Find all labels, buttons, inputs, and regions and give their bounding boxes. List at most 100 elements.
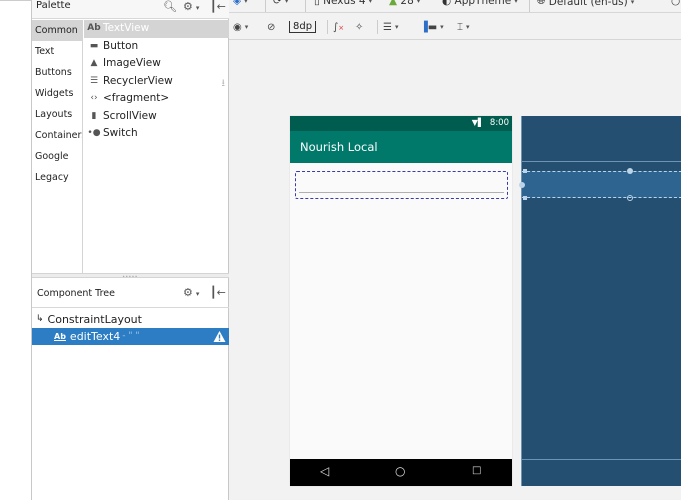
category-google[interactable]: Google xyxy=(32,146,82,167)
palette-item-label: ImageView xyxy=(103,57,161,69)
component-tree-title: Component Tree xyxy=(37,288,115,299)
category-containers[interactable]: Containers xyxy=(32,125,82,146)
gear-icon[interactable]: ⚙ ▾ xyxy=(183,286,199,299)
tree-item-constraintlayout[interactable]: ↳ ConstraintLayout xyxy=(32,311,229,328)
constraint-layout-icon: ↳ xyxy=(36,314,44,324)
code-brackets-icon: ‹› xyxy=(90,93,98,103)
back-icon[interactable]: ◁ xyxy=(320,464,329,478)
theme-selector[interactable]: ◐ AppTheme ▾ xyxy=(442,0,518,7)
pack-icon: ☰ xyxy=(383,21,392,33)
category-widgets[interactable]: Widgets xyxy=(32,83,82,104)
magic-wand-icon: ✧ xyxy=(355,21,364,33)
magnet-off-icon: ⊘ xyxy=(267,21,276,33)
palette-item-switch[interactable]: •● Switch xyxy=(84,125,229,143)
palette-item-label: TextView xyxy=(103,22,150,34)
tree-item-suffix: - " " xyxy=(122,331,140,341)
switch-icon: •● xyxy=(87,128,101,138)
palette-item-label: RecyclerView xyxy=(103,74,173,87)
device-selector[interactable]: ▯ Nexus 4 ▾ xyxy=(314,0,372,7)
left-constraint-handle[interactable] xyxy=(519,182,525,188)
palette-item-fragment[interactable]: ‹› <fragment> xyxy=(84,90,229,108)
left-panel: Palette 🔍︎ ⚙ ▾ ┃← Common Text Buttons Wid… xyxy=(31,0,229,500)
warning-icon[interactable] xyxy=(213,330,226,343)
palette-item-scrollview[interactable]: ▮ ScrollView xyxy=(84,108,229,126)
category-common[interactable]: Common xyxy=(32,20,82,41)
design-canvas[interactable]: ▼▌ 8:00 Nourish Local ◁ ○ □ xyxy=(229,41,681,500)
default-margin-button[interactable]: 8dp xyxy=(289,19,317,35)
align-bars: ▬ xyxy=(427,21,438,33)
constraint-toolbar: ◉ ▾ ⊘ 8dp ∫× ✧ ☰ ▾ ▐ ▬ ▾ ⌶ ▾ xyxy=(229,14,681,40)
palette-title: Palette xyxy=(36,0,71,11)
blueprint-edittext4[interactable] xyxy=(519,168,681,201)
orientation-icon[interactable]: ⟳ ▾ xyxy=(273,0,288,7)
blueprint-appbar-line xyxy=(522,161,681,162)
top-constraint-handle[interactable] xyxy=(627,168,633,174)
palette-categories: Common Text Buttons Widgets Layouts Cont… xyxy=(32,20,83,273)
search-icon[interactable]: 🔍︎ xyxy=(163,0,177,13)
app-title: Nourish Local xyxy=(300,140,378,154)
tree-item-label: editText4 xyxy=(69,330,121,343)
palette-item-imageview[interactable]: ▲ ImageView xyxy=(84,55,229,73)
app-bar: Nourish Local xyxy=(290,131,512,163)
palette-header: Palette 🔍︎ ⚙ ▾ ┃← xyxy=(32,0,229,19)
category-buttons[interactable]: Buttons xyxy=(32,62,82,83)
palette-item-button[interactable]: ▬ Button xyxy=(84,38,229,56)
blueprint-view[interactable] xyxy=(519,116,681,486)
download-icon[interactable]: ⭳ xyxy=(222,76,226,93)
design-preview[interactable]: ▼▌ 8:00 Nourish Local ◁ ○ □ xyxy=(290,116,512,486)
layers-icon[interactable]: ◈ ▾ xyxy=(233,0,248,7)
clear-constraints-icon: ∫× xyxy=(333,21,345,33)
theme-icon: ◐ xyxy=(442,0,452,7)
locale-selector[interactable]: 🌐︎ Default (en-us) ▾ xyxy=(537,0,634,8)
device-label: Nexus 4 xyxy=(323,0,366,7)
align-icon: ▐ xyxy=(420,21,428,33)
left-blank-area xyxy=(0,0,31,500)
margin-value: 8dp xyxy=(289,21,317,33)
palette-item-recyclerview[interactable]: ☰ RecyclerView xyxy=(84,73,229,91)
eye-icon: ◉ xyxy=(233,21,242,33)
theme-label: AppTheme xyxy=(454,0,512,7)
pack-button[interactable]: ☰ ▾ xyxy=(383,19,398,35)
infer-constraints-button[interactable]: ✧ xyxy=(355,19,363,35)
api-label: 28 xyxy=(400,0,414,7)
view-options-button[interactable]: ◉ ▾ xyxy=(233,19,248,35)
bottom-constraint-handle[interactable] xyxy=(627,195,633,201)
tree-item-edittext4[interactable]: Ab editText4 - " " xyxy=(32,328,229,345)
palette-item-textview[interactable]: Ab TextView xyxy=(84,20,229,38)
recents-icon[interactable]: □ xyxy=(472,465,481,476)
palette-item-label: <fragment> xyxy=(103,92,170,104)
edittext4-widget[interactable] xyxy=(295,171,508,199)
more-icon[interactable]: ○ xyxy=(671,0,680,7)
image-icon: ▲ xyxy=(90,58,98,68)
blueprint-navbar-line xyxy=(522,459,681,460)
hide-panel-icon[interactable]: ┃← xyxy=(210,286,226,299)
locale-label: Default (en-us) xyxy=(548,0,628,8)
edittext-icon: Ab xyxy=(54,332,66,341)
wifi-battery-icon: ▼▌ xyxy=(471,118,484,127)
resize-handle[interactable] xyxy=(523,169,527,173)
tree-item-label: ConstraintLayout xyxy=(47,313,142,326)
hide-panel-icon[interactable]: ┃← xyxy=(210,0,226,13)
clear-constraints-button[interactable]: ∫× xyxy=(333,19,344,35)
category-legacy[interactable]: Legacy xyxy=(32,167,82,188)
home-icon[interactable]: ○ xyxy=(395,464,405,478)
category-text[interactable]: Text xyxy=(32,41,82,62)
guideline-icon: ⌶ xyxy=(457,21,463,33)
category-layouts[interactable]: Layouts xyxy=(32,104,82,125)
palette-item-label: Button xyxy=(103,39,139,52)
phone-icon: ▯ xyxy=(314,0,320,7)
autoconnect-toggle[interactable]: ⊘ xyxy=(267,19,275,35)
status-time: 8:00 xyxy=(489,118,509,128)
gear-icon[interactable]: ⚙ ▾ xyxy=(183,0,199,13)
api-selector[interactable]: ▲ 28 ▾ xyxy=(389,0,420,7)
guidelines-button[interactable]: ⌶ ▾ xyxy=(457,19,470,35)
navigation-bar: ◁ ○ □ xyxy=(290,459,512,486)
design-toolbar: ◈ ▾ ⟳ ▾ ▯ Nexus 4 ▾ ▲ 28 ▾ ◐ AppTheme ▾ 🌐︎ De… xyxy=(229,0,681,13)
palette-item-label: Switch xyxy=(103,127,138,139)
edittext-underline xyxy=(299,191,504,193)
button-icon: ▬ xyxy=(89,40,99,51)
palette-item-label: ScrollView xyxy=(103,109,157,122)
palette-items: Ab TextView ▬ Button ▲ ImageView ☰ Recyc… xyxy=(84,20,229,273)
resize-handle[interactable] xyxy=(523,196,527,200)
align-button[interactable]: ▐ ▬ ▾ xyxy=(420,19,444,35)
